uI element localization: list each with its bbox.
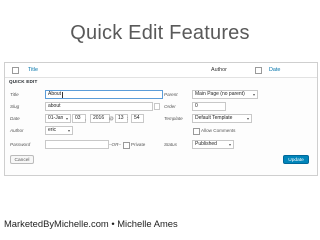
select-all-checkbox[interactable] xyxy=(12,67,19,74)
allow-comments-checkbox[interactable] xyxy=(193,128,200,135)
password-label: Password xyxy=(10,142,31,147)
table-header: Title Author Date xyxy=(5,63,317,78)
hour-value: 13 xyxy=(118,115,124,121)
minute-value: 54 xyxy=(134,115,140,121)
column-title[interactable]: Title xyxy=(28,67,38,73)
day-input[interactable]: 03 xyxy=(72,114,86,123)
author-label: Author xyxy=(10,128,24,133)
title-label: Title xyxy=(10,92,19,97)
order-input[interactable]: 0 xyxy=(192,102,226,111)
chevron-updown-icon: ▾ xyxy=(67,128,70,133)
status-label: Status xyxy=(164,142,178,147)
column-date[interactable]: Date xyxy=(269,67,280,73)
chevron-updown-icon: ▾ xyxy=(228,142,231,147)
slug-input[interactable]: about xyxy=(45,102,153,111)
date-comma: , xyxy=(85,116,87,121)
day-value: 03 xyxy=(75,115,81,121)
column-author: Author xyxy=(211,67,227,73)
quick-edit-panel: Title Author Date QUICK EDIT Title About… xyxy=(4,62,318,176)
time-colon: : xyxy=(127,116,129,121)
chevron-updown-icon: ▾ xyxy=(252,92,255,97)
password-input[interactable] xyxy=(45,140,109,149)
private-checkbox[interactable] xyxy=(123,142,130,149)
slug-input-value: about xyxy=(48,103,61,109)
author-select[interactable]: eric ▾ xyxy=(45,126,73,135)
private-label: Private xyxy=(131,142,146,147)
template-select[interactable]: Default Template ▾ xyxy=(192,114,252,123)
template-label: Template xyxy=(164,116,183,121)
minute-input[interactable]: 54 xyxy=(131,114,144,123)
cancel-button[interactable]: Cancel xyxy=(10,155,34,164)
at-symbol: @ xyxy=(109,116,114,121)
template-value: Default Template xyxy=(195,115,233,121)
quick-edit-heading: QUICK EDIT xyxy=(9,79,38,84)
update-button[interactable]: Update xyxy=(283,155,309,164)
title-input[interactable]: About xyxy=(45,90,163,99)
order-value: 0 xyxy=(195,103,198,109)
year-value: 2016 xyxy=(93,115,105,121)
year-input[interactable]: 2016 xyxy=(90,114,110,123)
comments-column-icon[interactable] xyxy=(255,67,262,74)
month-select[interactable]: 01-Jan ▾ xyxy=(45,114,71,123)
slide-footer: MarketedByMichelle.com • Michelle Ames xyxy=(4,218,178,229)
date-label: Date xyxy=(10,116,20,121)
title-input-value: About xyxy=(48,91,62,97)
parent-value: Main Page (no parent) xyxy=(195,91,245,97)
allow-comments-label: Allow Comments xyxy=(201,128,236,133)
chevron-updown-icon: ▾ xyxy=(246,116,249,121)
slug-label: Slug xyxy=(10,104,20,109)
text-caret xyxy=(62,92,63,98)
author-value: eric xyxy=(48,127,57,133)
parent-select[interactable]: Main Page (no parent) ▾ xyxy=(192,90,258,99)
status-select[interactable]: Published ▾ xyxy=(192,140,234,149)
parent-label: Parent xyxy=(164,92,178,97)
order-label: Order xyxy=(164,104,176,109)
chevron-updown-icon: ▾ xyxy=(65,116,68,121)
status-value: Published xyxy=(195,141,217,147)
slide-title: Quick Edit Features xyxy=(70,22,250,44)
month-value: 01-Jan xyxy=(48,115,64,121)
or-separator: –OR– xyxy=(109,142,122,147)
slug-expand-icon[interactable] xyxy=(154,103,160,110)
